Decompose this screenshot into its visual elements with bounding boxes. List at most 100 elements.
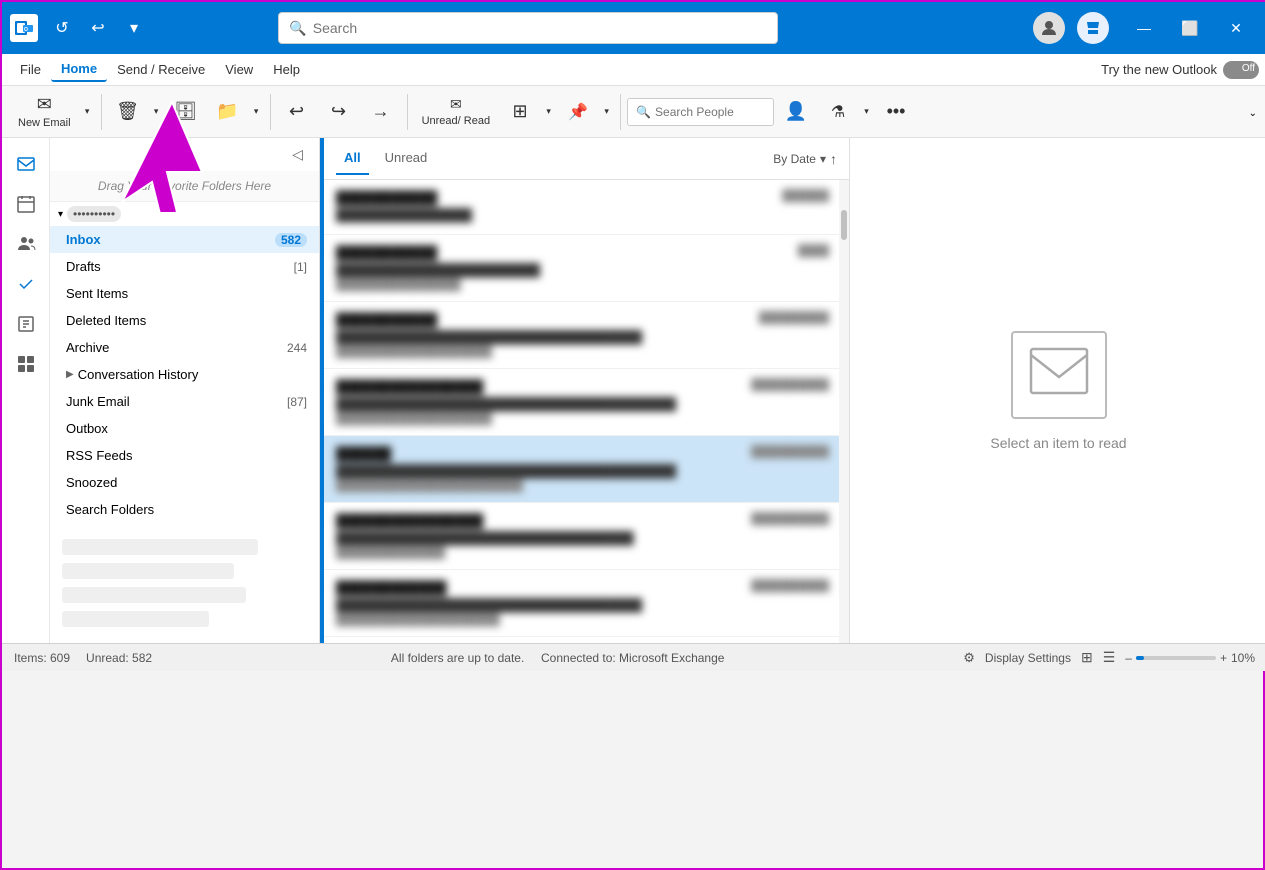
delete-btn[interactable]: 🗑 (108, 97, 148, 126)
email-sender: ███████████ (336, 312, 827, 327)
categorize-btn[interactable]: ⊞ (500, 97, 540, 126)
account-avatar[interactable] (1033, 12, 1065, 44)
nav-mail[interactable] (8, 146, 44, 182)
folder-sent[interactable]: Sent Items (50, 280, 319, 307)
folder-snoozed[interactable]: Snoozed (50, 469, 319, 496)
email-item[interactable]: ████████████████ ███████████████████████… (324, 369, 839, 436)
archive-icon: 🗄 (174, 101, 197, 122)
customize-btn[interactable]: ▾ (120, 14, 148, 42)
filter-btn[interactable]: ⚗ (818, 98, 858, 126)
contact-card-btn[interactable]: 👤 (776, 97, 816, 126)
categorize-dropdown[interactable]: ▾ (540, 102, 556, 121)
delete-dropdown[interactable]: ▾ (148, 102, 164, 121)
zoom-bar[interactable] (1136, 656, 1216, 660)
sort-controls[interactable]: By Date ▾ ↑ (773, 151, 837, 167)
rules-dropdown[interactable]: ▾ (598, 102, 614, 121)
folder-search[interactable]: Search Folders (50, 496, 319, 523)
sort-direction-icon[interactable]: ↑ (830, 151, 837, 167)
email-item[interactable]: ████████████ ███████████████████████████… (324, 570, 839, 637)
email-item[interactable]: ███████████ ████████████████ ██████ (324, 180, 839, 235)
tab-unread[interactable]: Unread (377, 142, 436, 175)
move-btn[interactable]: 📁 (208, 97, 248, 126)
refresh-btn[interactable]: ↺ (48, 14, 76, 42)
view-mode-icon1[interactable]: ⊞ (1081, 649, 1093, 666)
folder-conversation-history[interactable]: ▶ Conversation History (50, 361, 319, 388)
search-people-input[interactable] (655, 105, 765, 119)
email-item[interactable]: ████████████████ ███████████████████████… (324, 503, 839, 570)
close-btn[interactable]: ✕ (1213, 12, 1259, 44)
folder-account[interactable]: ▾ •••••••••• (50, 202, 319, 226)
email-item[interactable]: ███████████ ████████████████████████ ███… (324, 235, 839, 302)
items-count: Items: 609 (14, 651, 70, 665)
toolbar-right-chevron: ⌄ (1247, 104, 1259, 119)
main-content: ◁ Drag Your Favorite Folders Here ▾ ••••… (2, 138, 1265, 643)
folder-drafts-count: [1] (294, 260, 307, 274)
email-list-tabs: All Unread By Date ▾ ↑ (324, 138, 849, 180)
menu-send-receive[interactable]: Send / Receive (107, 58, 215, 81)
tab-all[interactable]: All (336, 142, 369, 175)
folder-deleted[interactable]: Deleted Items (50, 307, 319, 334)
view-mode-icon2[interactable]: ☰ (1103, 649, 1116, 666)
folder-rss[interactable]: RSS Feeds (50, 442, 319, 469)
folder-inbox[interactable]: Inbox 582 (50, 226, 319, 253)
sep3 (407, 94, 408, 130)
move-dropdown-icon: ▾ (254, 106, 259, 117)
redo-action-btn[interactable]: ↪ (319, 97, 359, 126)
menu-view[interactable]: View (215, 58, 263, 81)
menu-home[interactable]: Home (51, 57, 107, 82)
filter-dropdown-icon: ▾ (864, 106, 869, 117)
scrollbar[interactable] (839, 180, 849, 643)
filter-icon: ⚗ (831, 102, 845, 122)
unread-read-btn[interactable]: ✉ Unread/ Read (414, 92, 499, 131)
store-icon[interactable] (1077, 12, 1109, 44)
forward-btn[interactable]: → (361, 97, 401, 126)
nav-apps[interactable] (8, 346, 44, 382)
folder-conversation-label: Conversation History (78, 367, 307, 382)
more-options-btn[interactable]: ••• (876, 97, 916, 126)
nav-calendar[interactable] (8, 186, 44, 222)
folder-drafts[interactable]: Drafts [1] (50, 253, 319, 280)
minimize-btn[interactable]: — (1121, 12, 1167, 44)
menu-file[interactable]: File (10, 58, 51, 81)
rules-btn[interactable]: 📌 (558, 98, 598, 126)
move-dropdown[interactable]: ▾ (248, 102, 264, 121)
new-email-btn[interactable]: ✉ New Email (10, 90, 79, 133)
nav-notes[interactable] (8, 306, 44, 342)
filter-dropdown[interactable]: ▾ (858, 102, 874, 121)
folder-sent-label: Sent Items (66, 286, 307, 301)
new-email-dropdown[interactable]: ▾ (79, 102, 95, 121)
title-bar-controls: ↺ ↩ ▾ (48, 14, 148, 42)
undo-btn[interactable]: ↩ (84, 14, 112, 42)
folder-inbox-label: Inbox (66, 232, 275, 247)
email-time: ██████████ (751, 379, 829, 391)
nav-tasks[interactable] (8, 266, 44, 302)
folder-archive[interactable]: Archive 244 (50, 334, 319, 361)
move-group: 📁 ▾ (208, 97, 264, 126)
email-item[interactable]: ███████████ ████████████████████████████… (324, 302, 839, 369)
expand-conv-icon: ▶ (66, 369, 74, 380)
new-email-group: ✉ New Email ▾ (10, 90, 95, 133)
email-item[interactable]: ██████ █████████████████████████████████… (324, 436, 839, 503)
folder-outbox[interactable]: Outbox (50, 415, 319, 442)
new-email-icon: ✉ (37, 94, 52, 115)
email-list-scroll[interactable]: ███████████ ████████████████ ██████ ████… (324, 180, 849, 643)
menu-help[interactable]: Help (263, 58, 310, 81)
email-preview: ████████████████████████ (336, 480, 827, 492)
sidebar-collapse-btn[interactable]: ◁ (284, 142, 311, 167)
display-settings-btn[interactable]: Display Settings (985, 651, 1071, 665)
zoom-level: 10% (1231, 651, 1255, 665)
display-settings-icon: ⚙ (963, 650, 975, 666)
zoom-in-btn[interactable]: + (1220, 651, 1227, 665)
zoom-out-btn[interactable]: – (1125, 651, 1132, 665)
nav-people[interactable] (8, 226, 44, 262)
maximize-btn[interactable]: ⬜ (1167, 12, 1213, 44)
email-sender: ███████████ (336, 245, 827, 260)
collapse-toolbar-icon[interactable]: ⌄ (1247, 106, 1259, 121)
toggle-new-outlook[interactable] (1223, 61, 1259, 79)
account-name-badge: •••••••••• (67, 206, 121, 222)
undo-action-btn[interactable]: ↩ (277, 97, 317, 126)
folder-junk[interactable]: Junk Email [87] (50, 388, 319, 415)
folder-archive-count: 244 (287, 341, 307, 355)
archive-btn[interactable]: 🗄 (166, 97, 206, 126)
search-input[interactable] (313, 20, 768, 36)
